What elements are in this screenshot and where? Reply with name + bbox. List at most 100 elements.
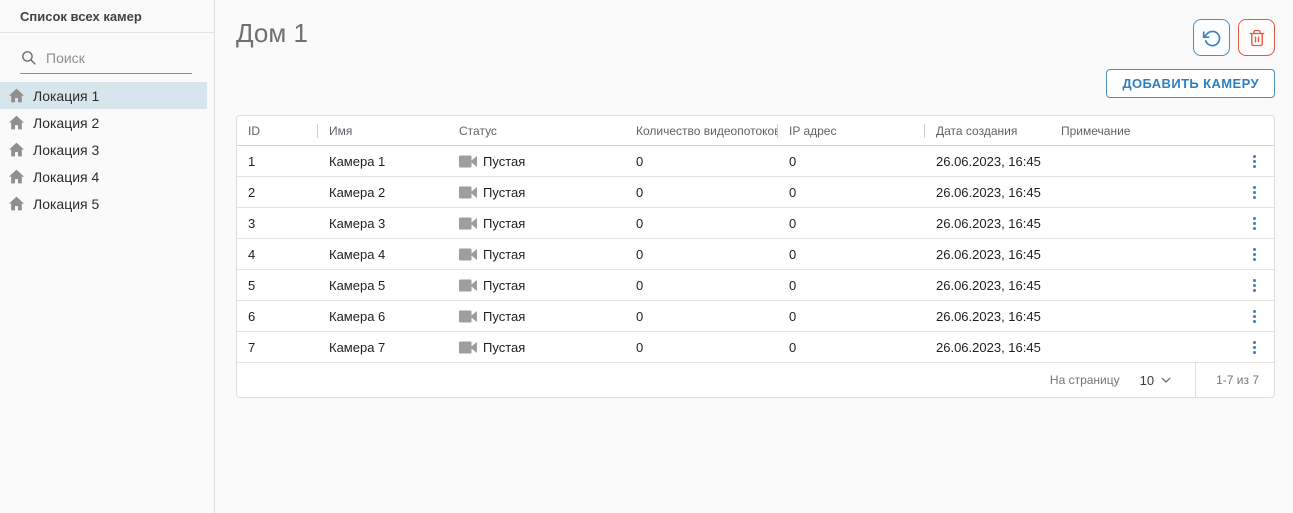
videocam-icon bbox=[459, 186, 477, 199]
table-pagination: На страницу 10 1-7 из 7 bbox=[237, 363, 1274, 397]
videocam-icon bbox=[459, 310, 477, 323]
column-header-ip: IP адрес bbox=[778, 116, 925, 145]
row-menu-button[interactable] bbox=[1247, 182, 1262, 203]
cell-created: 26.06.2023, 16:45 bbox=[925, 185, 1050, 200]
cell-streams: 0 bbox=[625, 154, 778, 169]
cell-name: Камера 1 bbox=[318, 154, 448, 169]
cell-created: 26.06.2023, 16:45 bbox=[925, 216, 1050, 231]
home-icon bbox=[8, 169, 25, 184]
videocam-icon bbox=[459, 341, 477, 354]
cameras-table: ID Имя Статус Количество видеопотоков IP… bbox=[236, 115, 1275, 398]
cell-id: 1 bbox=[237, 154, 318, 169]
trash-icon bbox=[1248, 29, 1266, 47]
sidebar-item-location-2[interactable]: Локация 2 bbox=[0, 109, 207, 136]
add-camera-button[interactable]: ДОБАВИТЬ КАМЕРУ bbox=[1106, 69, 1275, 98]
column-header-status: Статус bbox=[448, 116, 625, 145]
location-list: Локация 1 Локация 2 Локация 3 Локация 4 bbox=[0, 82, 214, 217]
sidebar-item-location-1[interactable]: Локация 1 bbox=[0, 82, 207, 109]
per-page-value: 10 bbox=[1140, 373, 1154, 388]
undo-icon bbox=[1202, 28, 1222, 48]
row-menu-button[interactable] bbox=[1247, 244, 1262, 265]
cell-ip: 0 bbox=[778, 340, 925, 355]
kebab-menu-icon bbox=[1253, 279, 1256, 282]
cell-streams: 0 bbox=[625, 216, 778, 231]
main-content: Дом 1 bbox=[215, 0, 1293, 513]
table-row[interactable]: 6 Камера 6 Пустая 0 0 26.06.2023, 16:45 bbox=[237, 301, 1274, 332]
home-icon bbox=[8, 115, 25, 130]
cell-id: 3 bbox=[237, 216, 318, 231]
cell-status: Пустая bbox=[448, 216, 625, 231]
status-label: Пустая bbox=[483, 185, 525, 200]
pagination-range: 1-7 из 7 bbox=[1196, 373, 1274, 387]
cell-status: Пустая bbox=[448, 247, 625, 262]
per-page-select[interactable]: 10 bbox=[1140, 373, 1171, 388]
sidebar-item-location-3[interactable]: Локация 3 bbox=[0, 136, 207, 163]
status-label: Пустая bbox=[483, 340, 525, 355]
table-header-row: ID Имя Статус Количество видеопотоков IP… bbox=[237, 116, 1274, 146]
cell-status: Пустая bbox=[448, 185, 625, 200]
cell-status: Пустая bbox=[448, 340, 625, 355]
cell-streams: 0 bbox=[625, 278, 778, 293]
column-header-note: Примечание bbox=[1050, 116, 1234, 145]
cell-ip: 0 bbox=[778, 247, 925, 262]
sidebar-item-label: Локация 4 bbox=[33, 169, 99, 185]
videocam-icon bbox=[459, 279, 477, 292]
table-row[interactable]: 2 Камера 2 Пустая 0 0 26.06.2023, 16:45 bbox=[237, 177, 1274, 208]
home-icon bbox=[8, 142, 25, 157]
sidebar-item-label: Локация 2 bbox=[33, 115, 99, 131]
sidebar-item-label: Локация 5 bbox=[33, 196, 99, 212]
column-header-id: ID bbox=[237, 116, 318, 145]
cell-ip: 0 bbox=[778, 309, 925, 324]
status-label: Пустая bbox=[483, 247, 525, 262]
kebab-menu-icon bbox=[1253, 155, 1256, 158]
sidebar-title: Список всех камер bbox=[0, 0, 214, 33]
column-header-created: Дата создания bbox=[925, 116, 1050, 145]
row-menu-button[interactable] bbox=[1247, 275, 1262, 296]
cell-streams: 0 bbox=[625, 185, 778, 200]
delete-button[interactable] bbox=[1238, 19, 1275, 56]
cell-created: 26.06.2023, 16:45 bbox=[925, 154, 1050, 169]
search-input[interactable] bbox=[46, 50, 166, 66]
column-header-name: Имя bbox=[318, 116, 448, 145]
table-row[interactable]: 5 Камера 5 Пустая 0 0 26.06.2023, 16:45 bbox=[237, 270, 1274, 301]
cell-created: 26.06.2023, 16:45 bbox=[925, 309, 1050, 324]
cell-id: 6 bbox=[237, 309, 318, 324]
app: Список всех камер Локация 1 Локация 2 bbox=[0, 0, 1293, 513]
column-header-actions bbox=[1234, 116, 1274, 145]
row-menu-button[interactable] bbox=[1247, 337, 1262, 358]
status-label: Пустая bbox=[483, 154, 525, 169]
sidebar-item-label: Локация 1 bbox=[33, 88, 99, 104]
cell-name: Камера 4 bbox=[318, 247, 448, 262]
table-row[interactable]: 4 Камера 4 Пустая 0 0 26.06.2023, 16:45 bbox=[237, 239, 1274, 270]
status-label: Пустая bbox=[483, 216, 525, 231]
row-menu-button[interactable] bbox=[1247, 213, 1262, 234]
cell-id: 2 bbox=[237, 185, 318, 200]
kebab-menu-icon bbox=[1253, 248, 1256, 251]
home-icon bbox=[8, 196, 25, 211]
row-menu-button[interactable] bbox=[1247, 306, 1262, 327]
undo-button[interactable] bbox=[1193, 19, 1230, 56]
row-menu-button[interactable] bbox=[1247, 151, 1262, 172]
videocam-icon bbox=[459, 248, 477, 261]
sidebar-item-location-5[interactable]: Локация 5 bbox=[0, 190, 207, 217]
sidebar-item-location-4[interactable]: Локация 4 bbox=[0, 163, 207, 190]
cell-ip: 0 bbox=[778, 278, 925, 293]
table-row[interactable]: 3 Камера 3 Пустая 0 0 26.06.2023, 16:45 bbox=[237, 208, 1274, 239]
cell-id: 4 bbox=[237, 247, 318, 262]
cell-status: Пустая bbox=[448, 278, 625, 293]
cell-status: Пустая bbox=[448, 154, 625, 169]
status-label: Пустая bbox=[483, 309, 525, 324]
kebab-menu-icon bbox=[1253, 310, 1256, 313]
cell-name: Камера 2 bbox=[318, 185, 448, 200]
chevron-down-icon bbox=[1161, 377, 1171, 383]
kebab-menu-icon bbox=[1253, 341, 1256, 344]
cell-ip: 0 bbox=[778, 154, 925, 169]
table-row[interactable]: 7 Камера 7 Пустая 0 0 26.06.2023, 16:45 bbox=[237, 332, 1274, 363]
cell-name: Камера 3 bbox=[318, 216, 448, 231]
cell-name: Камера 5 bbox=[318, 278, 448, 293]
search-icon bbox=[20, 49, 37, 66]
table-row[interactable]: 1 Камера 1 Пустая 0 0 26.06.2023, 16:45 bbox=[237, 146, 1274, 177]
column-header-streams: Количество видеопотоков bbox=[625, 116, 778, 145]
videocam-icon bbox=[459, 217, 477, 230]
cell-status: Пустая bbox=[448, 309, 625, 324]
